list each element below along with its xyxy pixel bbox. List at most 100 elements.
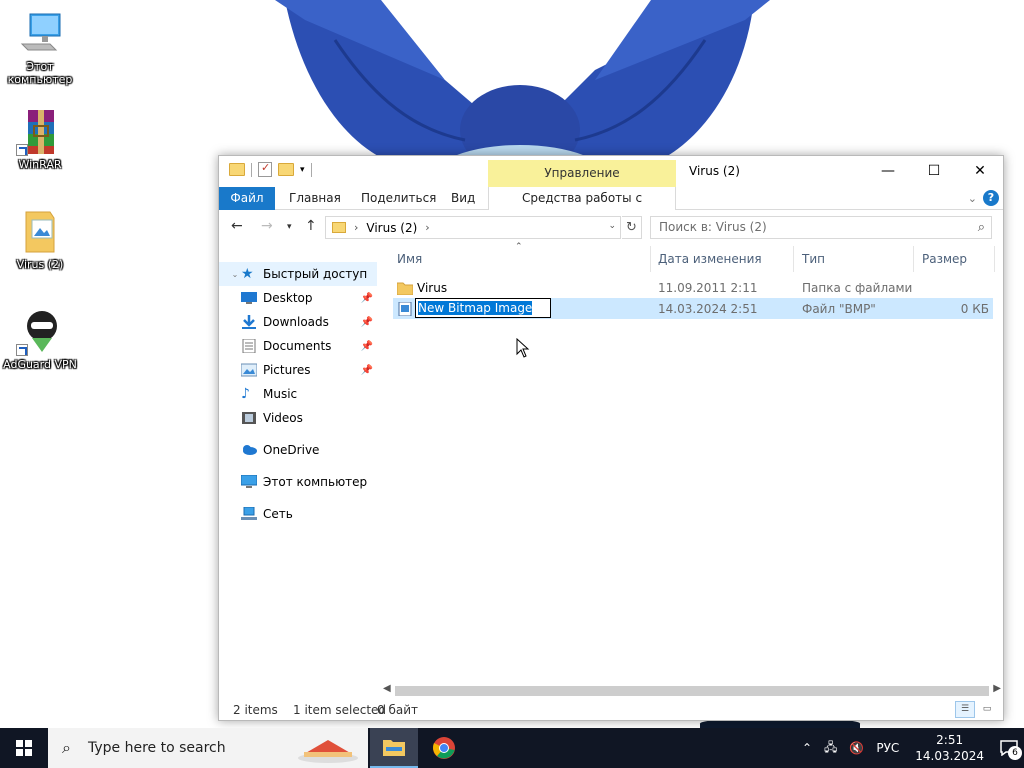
desktop-icon-virus-folder[interactable]: Virus (2): [2, 208, 78, 271]
breadcrumb-current[interactable]: Virus (2): [366, 221, 417, 235]
taskbar-clock[interactable]: 2:51 14.03.2024: [915, 732, 984, 764]
sidebar-item-label: OneDrive: [263, 443, 320, 457]
ribbon-tabs: Файл Главная Поделиться Вид Средства раб…: [219, 187, 1003, 228]
shortcut-arrow-icon: [16, 344, 28, 356]
wallpaper-bow-image: [275, 0, 770, 180]
winrar-icon: [16, 108, 64, 156]
volume-muted-icon[interactable]: 🔇: [849, 741, 864, 755]
context-tab-header: Управление: [488, 160, 676, 187]
network-icon[interactable]: 🖧: [824, 738, 837, 759]
title-bar[interactable]: ▾ Управление Virus (2) — ☐ ✕: [219, 156, 1003, 187]
sidebar-item-music[interactable]: ♪ Music: [219, 382, 377, 406]
adguard-vpn-icon: [16, 308, 64, 356]
desktop-icon: [241, 291, 257, 305]
scroll-right-arrow-icon[interactable]: ▶: [993, 683, 1001, 694]
tab-view[interactable]: Вид: [451, 187, 475, 210]
pin-icon: 📌: [360, 292, 373, 304]
windows-logo-icon: [16, 740, 32, 756]
computer-icon: [16, 10, 64, 58]
expand-chevron-icon[interactable]: ⌄: [229, 270, 241, 279]
folder-icon: [229, 163, 245, 176]
rename-input[interactable]: New Bitmap Image: [415, 298, 551, 318]
search-placeholder: Поиск в: Virus (2): [659, 220, 767, 234]
taskbar-app-chrome[interactable]: [420, 728, 468, 768]
column-headers: Имя Дата изменения Тип Размер: [389, 246, 995, 272]
sidebar-item-documents[interactable]: Documents 📌: [219, 334, 377, 358]
sidebar-item-label: Быстрый доступ: [263, 267, 368, 281]
minimize-button[interactable]: —: [865, 156, 911, 186]
large-icons-view-icon[interactable]: ▭: [977, 701, 997, 718]
search-icon: ⌕: [62, 738, 71, 757]
column-name[interactable]: Имя: [389, 246, 651, 272]
input-language-indicator[interactable]: РУС: [876, 741, 899, 755]
sidebar-item-downloads[interactable]: Downloads 📌: [219, 310, 377, 334]
scroll-left-arrow-icon[interactable]: ◀: [383, 683, 391, 694]
status-bar: 2 items 1 item selected 0 байт ☰ ▭: [219, 700, 1003, 720]
view-buttons: ☰ ▭: [955, 701, 997, 718]
taskbar-search-box[interactable]: ⌕ Type here to search: [48, 728, 368, 768]
start-button[interactable]: [0, 728, 48, 768]
sidebar-item-network[interactable]: Сеть: [219, 502, 377, 526]
search-highlight-pie-icon: [298, 740, 358, 763]
shortcut-arrow-icon: [16, 144, 28, 156]
pin-icon: 📌: [360, 340, 373, 352]
sidebar-item-label: Desktop: [263, 291, 313, 305]
sidebar-item-label: Music: [263, 387, 298, 401]
maximize-button[interactable]: ☐: [911, 156, 957, 186]
desktop-icon-label: WinRAR: [18, 158, 62, 171]
forward-arrow-icon[interactable]: →: [261, 218, 273, 234]
scrollbar-thumb[interactable]: [395, 686, 989, 696]
sidebar-item-videos[interactable]: Videos: [219, 406, 377, 430]
tab-share[interactable]: Поделиться: [361, 187, 436, 210]
taskbar-app-file-explorer[interactable]: [370, 728, 418, 768]
sidebar-item-pictures[interactable]: Pictures 📌: [219, 358, 377, 382]
tab-picture-tools[interactable]: Средства работы с рисунками: [488, 187, 676, 228]
column-size[interactable]: Размер: [914, 246, 995, 272]
desktop-icon-winrar[interactable]: WinRAR: [2, 108, 78, 171]
sidebar-item-onedrive[interactable]: OneDrive: [219, 438, 377, 462]
breadcrumb-chevron-icon[interactable]: ›: [425, 221, 429, 234]
file-row-new-bitmap-image[interactable]: New Bitmap Image 14.03.2024 2:51 Файл "B…: [393, 298, 993, 319]
refresh-icon[interactable]: ↻: [622, 216, 642, 239]
address-bar[interactable]: › Virus (2) › ⌄: [325, 216, 621, 239]
desktop-icon-adguard-vpn[interactable]: AdGuard VPN: [2, 308, 78, 371]
up-arrow-icon[interactable]: ↑: [305, 218, 317, 234]
close-button[interactable]: ✕: [957, 156, 1003, 186]
new-folder-icon[interactable]: [278, 163, 294, 176]
horizontal-scrollbar[interactable]: ◀ ▶: [381, 682, 1003, 699]
taskbar: ⌕ Type here to search ⌃ 🖧 🔇 РУС 2:51 14.…: [0, 728, 1024, 768]
back-arrow-icon[interactable]: ←: [231, 218, 243, 234]
show-hidden-icons-chevron-icon[interactable]: ⌃: [802, 741, 812, 755]
customize-toolbar-dropdown-icon[interactable]: ▾: [300, 165, 305, 175]
sidebar-item-quick-access[interactable]: ⌄ ★ Быстрый доступ: [219, 262, 377, 286]
recent-locations-chevron-icon[interactable]: ▾: [287, 222, 292, 232]
details-view-icon[interactable]: ☰: [955, 701, 975, 718]
breadcrumb-chevron-icon[interactable]: ›: [354, 221, 358, 234]
file-row-virus[interactable]: Virus 11.09.2011 2:11 Папка с файлами: [393, 277, 993, 298]
action-center-button[interactable]: 6: [994, 728, 1024, 768]
star-icon: ★: [241, 266, 254, 282]
properties-icon[interactable]: [258, 161, 272, 177]
navigation-pane: ⌄ ★ Быстрый доступ Desktop 📌 Downloads 📌…: [219, 252, 379, 682]
network-icon: [241, 506, 257, 521]
search-input[interactable]: Поиск в: Virus (2) ⌕: [650, 216, 992, 239]
address-dropdown-icon[interactable]: ⌄: [608, 221, 616, 231]
desktop-icon-this-pc[interactable]: Этот компьютер: [2, 10, 78, 86]
sidebar-item-label: Сеть: [263, 507, 293, 521]
sidebar-item-this-pc[interactable]: Этот компьютер: [219, 470, 377, 494]
column-type[interactable]: Тип: [794, 246, 914, 272]
search-icon: ⌕: [977, 220, 985, 235]
file-size: 0 КБ: [960, 301, 989, 316]
help-icon[interactable]: ?: [983, 190, 999, 206]
explorer-window: ▾ Управление Virus (2) — ☐ ✕ Файл Главна…: [218, 155, 1004, 721]
tab-file[interactable]: Файл: [219, 187, 275, 210]
file-type: Папка с файлами: [802, 280, 913, 295]
sidebar-item-desktop[interactable]: Desktop 📌: [219, 286, 377, 310]
tab-home[interactable]: Главная: [289, 187, 341, 210]
expand-ribbon-chevron-icon[interactable]: ⌄: [968, 192, 977, 205]
sidebar-item-label: Этот компьютер: [263, 475, 368, 489]
notification-count-badge: 6: [1008, 746, 1022, 760]
column-date-modified[interactable]: Дата изменения: [650, 246, 794, 272]
sidebar-item-label: Videos: [263, 411, 303, 425]
sidebar-item-label: Downloads: [263, 315, 329, 329]
